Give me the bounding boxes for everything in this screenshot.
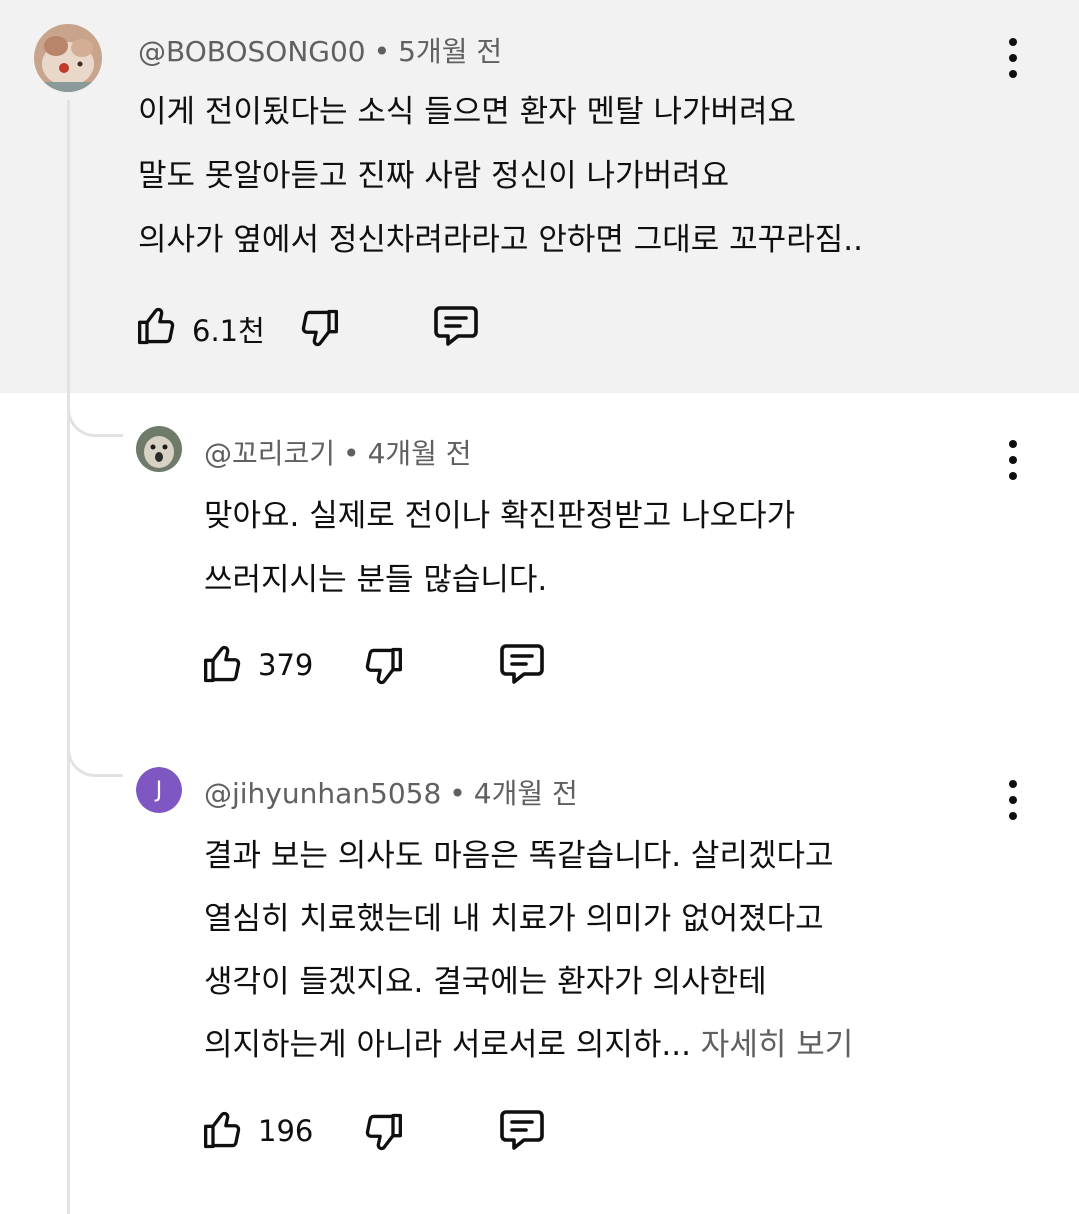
comment-meta: @꼬리코기 • 4개월 전	[204, 432, 472, 472]
comment-text-line: 열심히 치료했는데 내 치료가 의미가 없어졌다고	[204, 901, 824, 937]
comment-meta: @jihyunhan5058 • 4개월 전	[204, 772, 578, 812]
more-vert-icon[interactable]	[1003, 38, 1023, 78]
dog-avatar-image	[136, 426, 182, 472]
comment-text-line: 맞아요. 실제로 전이나 확진판정받고 나오다가	[204, 498, 796, 534]
reply-icon[interactable]	[498, 642, 546, 688]
comment-text-line: 생각이 들겠지요. 결국에는 환자가 의사한테	[204, 964, 767, 1000]
reply-connector	[67, 397, 123, 437]
thumbs-up-icon[interactable]	[202, 1108, 246, 1152]
avatar[interactable]	[136, 426, 182, 472]
cat-avatar-image	[34, 24, 102, 92]
truncated-text: 의지하는게 아니라 서로서로 의지하...	[204, 1027, 691, 1063]
comment-time[interactable]: 5개월 전	[398, 35, 502, 68]
thread-line	[67, 100, 70, 1214]
meta-separator: •	[343, 437, 360, 470]
more-vert-icon[interactable]	[1003, 780, 1023, 820]
comment-text-line: 이게 전이됬다는 소식 들으면 환자 멘탈 나가버려요	[138, 94, 797, 130]
meta-separator: •	[373, 35, 391, 68]
reply-connector	[67, 737, 123, 777]
thumbs-down-icon[interactable]	[360, 1110, 404, 1154]
thumbs-up-icon[interactable]	[136, 304, 180, 348]
comment-time[interactable]: 4개월 전	[474, 777, 578, 810]
like-count: 196	[258, 1114, 314, 1148]
reply-icon[interactable]	[432, 304, 480, 350]
avatar-letter: J	[155, 777, 163, 803]
comment-text-line: 말도 못알아듣고 진짜 사람 정신이 나가버려요	[138, 158, 730, 194]
thumbs-down-icon[interactable]	[360, 644, 404, 688]
like-count: 6.1천	[192, 314, 265, 348]
comment-time[interactable]: 4개월 전	[368, 437, 472, 470]
comment-text-line: 의사가 옆에서 정신차려라라고 안하면 그대로 꼬꾸라짐..	[138, 222, 863, 258]
comment-author[interactable]: @BOBOSONG00	[138, 35, 366, 68]
avatar[interactable]: J	[136, 767, 182, 813]
comment-text-line: 의지하는게 아니라 서로서로 의지하... 자세히 보기	[204, 1019, 853, 1064]
comment-author[interactable]: @꼬리코기	[204, 437, 335, 470]
comment-meta: @BOBOSONG00 • 5개월 전	[138, 30, 502, 70]
avatar[interactable]	[34, 24, 102, 92]
meta-separator: •	[449, 777, 466, 810]
comment-text-line: 결과 보는 의사도 마음은 똑같습니다. 살리겠다고	[204, 838, 834, 874]
reply-icon[interactable]	[498, 1108, 546, 1154]
like-count: 379	[258, 648, 314, 682]
thumbs-down-icon[interactable]	[296, 306, 340, 350]
read-more-link[interactable]: 자세히 보기	[701, 1027, 853, 1063]
comment-text-line: 쓰러지시는 분들 많습니다.	[204, 562, 548, 598]
thumbs-up-icon[interactable]	[202, 642, 246, 686]
more-vert-icon[interactable]	[1003, 440, 1023, 480]
comment-author[interactable]: @jihyunhan5058	[204, 777, 441, 810]
